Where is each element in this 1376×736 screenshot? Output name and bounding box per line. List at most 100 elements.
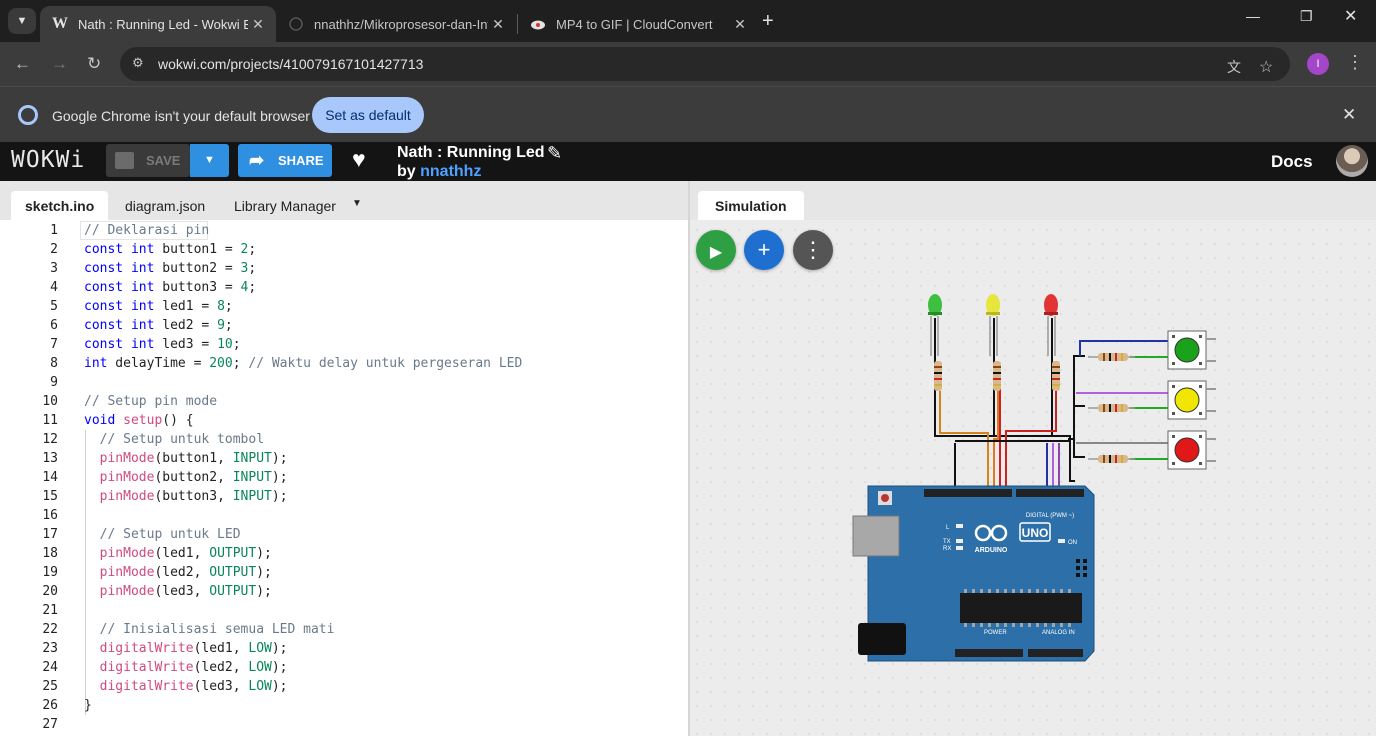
browser-tab-wokwi[interactable]: W Nath : Running Led - Wokwi ESP ✕ [40, 6, 276, 42]
code-text: digitalWrite(led3, LOW); [99, 679, 288, 694]
browser-tab-github[interactable]: nnathhz/Mikroprosesor-dan-Int ✕ [276, 6, 516, 42]
tab-diagram-json[interactable]: diagram.json [111, 191, 219, 220]
cloud-icon [530, 16, 546, 32]
profile-avatar[interactable]: I [1307, 53, 1329, 75]
chevron-down-icon: ▼ [16, 15, 28, 27]
code-line[interactable]: 24 digitalWrite(led2, LOW); [0, 658, 688, 677]
pencil-icon[interactable]: ✎ [547, 143, 562, 164]
tab-search-button[interactable]: ▼ [8, 8, 36, 34]
chrome-icon [18, 105, 38, 125]
back-icon[interactable]: ← [14, 54, 31, 74]
code-text: // Inisialisasi semua LED mati [99, 622, 335, 637]
address-bar[interactable]: ⚙ wokwi.com/projects/410079167101427713 … [120, 47, 1290, 81]
resistor-button3[interactable] [1088, 455, 1135, 463]
tab-sketch-ino[interactable]: sketch.ino [11, 191, 109, 220]
set-as-default-button[interactable]: Set as default [312, 97, 424, 133]
code-line[interactable]: 12 // Setup untuk tombol [0, 430, 688, 449]
close-tab-icon[interactable]: ✕ [730, 16, 750, 33]
wokwi-logo[interactable]: WOKWi [11, 147, 85, 173]
wire-black-btn-gnd [1068, 355, 1085, 440]
pushbutton-green[interactable] [1167, 330, 1216, 370]
line-number: 1 [50, 223, 58, 238]
code-text: const int led1 = 8; [84, 299, 233, 314]
close-window-icon[interactable]: ✕ [1344, 6, 1357, 26]
code-line[interactable]: 25 digitalWrite(led3, LOW); [0, 677, 688, 696]
line-number: 12 [42, 432, 58, 447]
line-number: 13 [42, 451, 58, 466]
code-line[interactable]: 9 [0, 373, 688, 392]
site-settings-icon[interactable]: ⚙ [132, 55, 150, 73]
code-line[interactable]: 19 pinMode(led2, OUTPUT); [0, 563, 688, 582]
code-line[interactable]: 26} [0, 696, 688, 715]
code-line[interactable]: 20 pinMode(led3, OUTPUT); [0, 582, 688, 601]
code-text: pinMode(led1, OUTPUT); [99, 546, 272, 561]
code-line[interactable]: 17 // Setup untuk LED [0, 525, 688, 544]
browser-toolbar: ← → ↻ ⚙ wokwi.com/projects/4100791671014… [0, 42, 1376, 86]
code-line[interactable]: 27 [0, 715, 688, 734]
pushbutton-yellow[interactable] [1167, 380, 1216, 420]
by-label: by [397, 163, 416, 180]
save-button[interactable]: SAVE [106, 144, 190, 177]
code-text: pinMode(button1, INPUT); [99, 451, 288, 466]
code-line[interactable]: 11 void setup() { [0, 411, 688, 430]
arduino-uno-board[interactable]: UNO ARDUINO DIGITAL (PWM ~) POWER ANALOG… [852, 485, 1095, 662]
digital-pins-label: DIGITAL (PWM ~) [1026, 513, 1074, 519]
resistor-led3[interactable] [1052, 361, 1060, 391]
code-line[interactable]: 23 digitalWrite(led1, LOW); [0, 639, 688, 658]
line-number: 22 [42, 622, 58, 637]
new-tab-icon[interactable]: + [762, 10, 774, 33]
heart-icon[interactable]: ♥ [352, 146, 366, 173]
minimize-icon[interactable]: — [1246, 8, 1260, 24]
code-line[interactable]: 6 const int led2 = 9; [0, 316, 688, 335]
circuit-diagram[interactable]: UNO ARDUINO DIGITAL (PWM ~) POWER ANALOG… [690, 181, 1376, 736]
code-line[interactable]: 22 // Inisialisasi semua LED mati [0, 620, 688, 639]
resistor-button1[interactable] [1088, 353, 1135, 361]
author-link[interactable]: nnathhz [420, 163, 481, 180]
close-icon[interactable]: ✕ [1342, 105, 1356, 125]
reload-icon[interactable]: ↻ [87, 54, 101, 74]
code-line[interactable]: 3 const int button2 = 3; [0, 259, 688, 278]
code-line[interactable]: 8 int delayTime = 200; // Waktu delay unt… [0, 354, 688, 373]
code-line[interactable]: 5 const int led1 = 8; [0, 297, 688, 316]
code-line[interactable]: 21 [0, 601, 688, 620]
code-area[interactable]: 1 // Deklarasi pin 2 const int button1 = 2;… [0, 221, 688, 736]
line-number: 24 [42, 660, 58, 675]
code-line[interactable]: 13 pinMode(button1, INPUT); [0, 449, 688, 468]
star-icon[interactable]: ☆ [1259, 57, 1273, 77]
line-number: 3 [50, 261, 58, 276]
pushbutton-red[interactable] [1167, 430, 1216, 470]
code-line[interactable]: 16 [0, 506, 688, 525]
code-line[interactable]: 18 pinMode(led1, OUTPUT); [0, 544, 688, 563]
line-number: 5 [50, 299, 58, 314]
resistor-led1[interactable] [934, 361, 942, 391]
board-model-label: UNO [1022, 526, 1049, 540]
code-line[interactable]: 4 const int button3 = 4; [0, 278, 688, 297]
resistor-led2[interactable] [993, 361, 1001, 391]
code-text: // Setup untuk LED [99, 527, 241, 542]
editor-tabs-dropdown-icon[interactable]: ▼ [352, 198, 362, 209]
infobar-message: Google Chrome isn't your default browser [52, 108, 310, 124]
forward-icon[interactable]: → [51, 54, 68, 74]
close-tab-icon[interactable]: ✕ [248, 16, 268, 33]
code-text: // Setup untuk tombol [99, 432, 265, 447]
url-text: wokwi.com/projects/410079167101427713 [158, 56, 424, 72]
analog-pins-label: ANALOG IN [1042, 630, 1075, 636]
code-line[interactable]: 7 const int led3 = 10; [0, 335, 688, 354]
code-line[interactable]: 10 // Setup pin mode [0, 392, 688, 411]
save-dropdown-button[interactable]: ▼ [190, 144, 229, 177]
code-line[interactable]: 14 pinMode(button2, INPUT); [0, 468, 688, 487]
user-avatar[interactable] [1336, 145, 1368, 177]
code-text: digitalWrite(led2, LOW); [99, 660, 288, 675]
tab-library-manager[interactable]: Library Manager [220, 191, 350, 220]
docs-link[interactable]: Docs [1271, 152, 1313, 172]
browser-tab-cloudconvert[interactable]: MP4 to GIF | CloudConvert ✕ [518, 6, 758, 42]
close-tab-icon[interactable]: ✕ [488, 16, 508, 33]
translate-icon[interactable]: 文 [1227, 57, 1241, 77]
code-line[interactable]: 1 // Deklarasi pin [0, 221, 688, 240]
kebab-menu-icon[interactable]: ⋮ [1346, 52, 1364, 73]
code-line[interactable]: 15 pinMode(button3, INPUT); [0, 487, 688, 506]
resistor-button2[interactable] [1088, 404, 1135, 412]
code-line[interactable]: 2 const int button1 = 2; [0, 240, 688, 259]
share-button[interactable]: ➦ SHARE [238, 144, 332, 177]
restore-icon[interactable]: ❐ [1300, 8, 1313, 25]
